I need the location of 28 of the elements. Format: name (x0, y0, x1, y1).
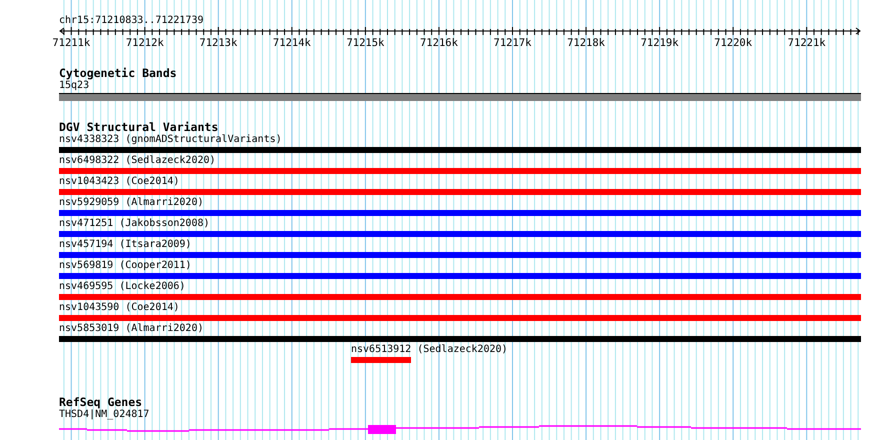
region-label: chr15:71210833..71221739 (59, 15, 204, 27)
tick-label: 71215k (346, 37, 384, 49)
track-title: Cytogenetic Bands (59, 67, 177, 80)
feature-label: nsv6498322 (Sedlazeck2020) (59, 155, 216, 167)
feature-label: nsv4338323 (gnomADStructuralVariants) (59, 134, 282, 146)
track-title: DGV Structural Variants (59, 121, 218, 134)
tick-label: 71214k (272, 37, 311, 49)
feature-label: nsv457194 (Itsara2009) (59, 239, 192, 251)
tick-label: 71213k (199, 37, 238, 49)
tick-label: 71216k (420, 37, 458, 49)
feature-label: 15q23 (59, 80, 90, 92)
feature-label: nsv5929059 (Almarri2020) (59, 197, 204, 209)
tick-label: 71220k (714, 37, 752, 49)
tick-label: 71221k (788, 37, 826, 49)
feature-label: nsv569819 (Cooper2011) (59, 260, 192, 272)
feature-label: nsv6513912 (Sedlazeck2020) (351, 344, 508, 356)
feature-label: nsv5853019 (Almarri2020) (59, 323, 204, 335)
feature-label: nsv1043423 (Coe2014) (59, 176, 180, 188)
track-title: RefSeq Genes (59, 396, 142, 409)
tick-label: 71217k (494, 37, 532, 49)
feature-label: nsv469595 (Locke2006) (59, 281, 186, 293)
tick-label: 71218k (567, 37, 605, 49)
tick-label: 71212k (126, 37, 164, 49)
tick-label: 71219k (640, 37, 679, 49)
feature-label: THSD4|NM_024817 (59, 409, 150, 421)
tick-label: 71211k (52, 37, 90, 49)
feature-label: nsv1043590 (Coe2014) (59, 302, 180, 314)
feature-label: nsv471251 (Jakobsson2008) (59, 218, 210, 230)
